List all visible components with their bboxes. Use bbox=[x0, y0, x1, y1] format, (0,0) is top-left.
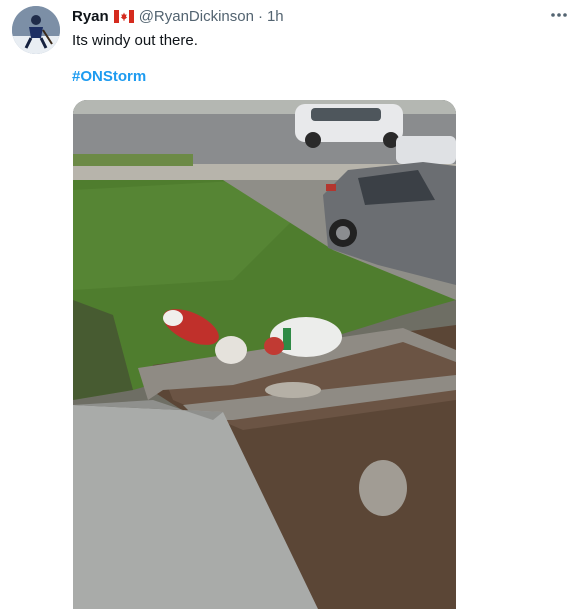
tweet-photo[interactable] bbox=[73, 100, 456, 609]
avatar-hockey-player-icon bbox=[12, 6, 60, 54]
timestamp[interactable]: 1h bbox=[267, 8, 284, 25]
tweet-header: Ryan @RyanDickinson · 1h bbox=[72, 7, 284, 25]
separator-dot: · bbox=[257, 7, 263, 25]
avatar[interactable] bbox=[12, 6, 60, 54]
canada-flag-icon bbox=[113, 9, 134, 23]
author-name[interactable]: Ryan bbox=[72, 8, 109, 25]
tweet: Ryan @RyanDickinson · 1h Its windy out t… bbox=[0, 0, 582, 609]
more-options-icon bbox=[551, 13, 567, 17]
hashtag-link[interactable]: #ONStorm bbox=[72, 68, 146, 85]
photo-fallen-inflatables bbox=[73, 100, 456, 609]
author-handle[interactable]: @RyanDickinson bbox=[139, 8, 254, 25]
more-options-button[interactable] bbox=[546, 4, 572, 26]
tweet-text: Its windy out there. bbox=[72, 32, 198, 49]
